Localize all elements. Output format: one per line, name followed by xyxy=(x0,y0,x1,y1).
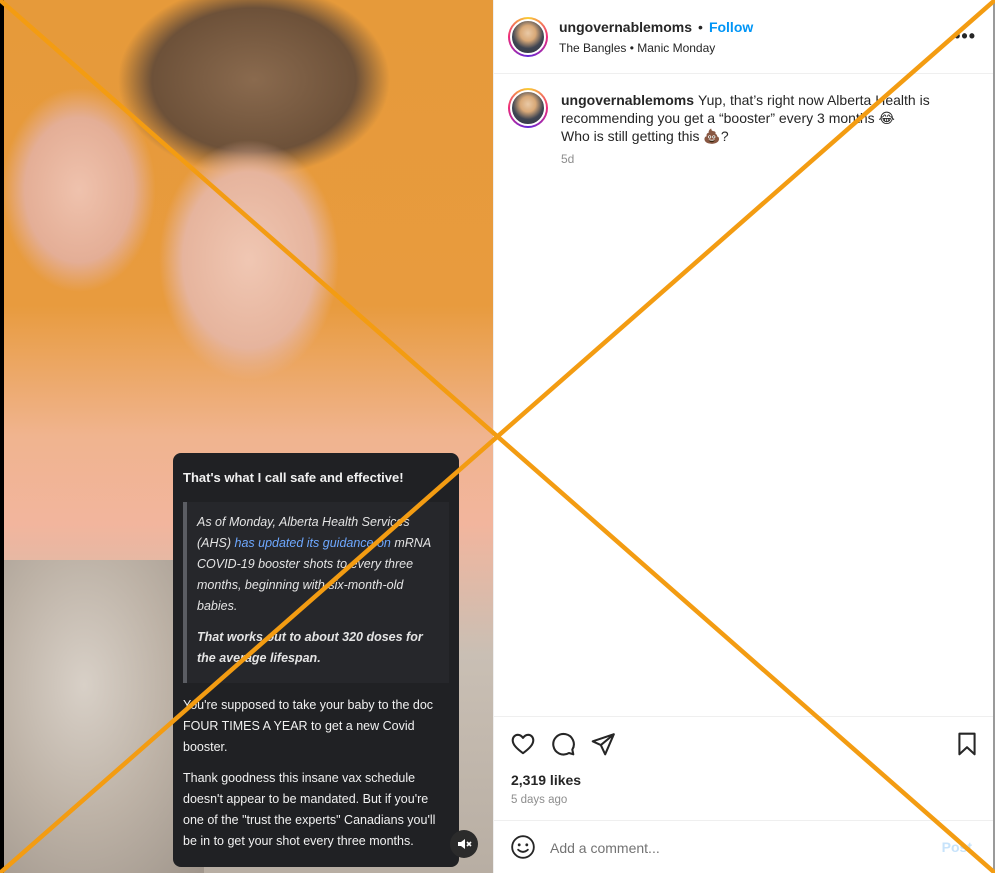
header-username[interactable]: ungovernablemoms xyxy=(559,19,692,35)
speaker-muted-icon xyxy=(458,839,472,849)
follow-button[interactable]: Follow xyxy=(709,19,753,35)
comment-input[interactable] xyxy=(550,835,920,861)
more-options-icon[interactable]: ••• xyxy=(954,26,976,47)
screenshot-text-card: That's what I call safe and effective! A… xyxy=(173,453,459,867)
post-comment-button[interactable]: Post xyxy=(942,839,972,855)
separator-dot: • xyxy=(698,19,703,35)
quote-link: has updated its guidance on xyxy=(234,536,391,550)
card-heading: That's what I call safe and effective! xyxy=(183,470,404,485)
likes-count[interactable]: 2,319 likes xyxy=(511,772,581,788)
post-header: ungovernablemoms • Follow The Bangles • … xyxy=(494,0,994,74)
card-quote: As of Monday, Alberta Health Services (A… xyxy=(183,502,449,683)
mute-button[interactable] xyxy=(450,830,478,858)
caption-timestamp[interactable]: 5d xyxy=(561,152,574,166)
post-side-panel: ungovernablemoms • Follow The Bangles • … xyxy=(493,0,994,873)
caption-username[interactable]: ungovernablemoms xyxy=(561,92,694,108)
card-paragraph: You're supposed to take your baby to the… xyxy=(183,698,434,754)
post-date[interactable]: 5 days ago xyxy=(511,794,567,806)
comment-bubble-icon[interactable] xyxy=(550,731,576,757)
smiley-icon[interactable] xyxy=(510,834,536,860)
avatar[interactable] xyxy=(508,17,548,57)
card-paragraph: Thank goodness this insane vax schedule … xyxy=(183,771,436,848)
card-body: You're supposed to take your baby to the… xyxy=(183,695,449,852)
bookmark-icon[interactable] xyxy=(954,731,980,757)
audio-attribution[interactable]: The Bangles • Manic Monday xyxy=(559,41,715,55)
action-bar: 2,319 likes 5 days ago xyxy=(494,716,994,820)
post-media[interactable]: That's what I call safe and effective! A… xyxy=(0,0,493,873)
paper-plane-icon[interactable] xyxy=(590,731,616,757)
heart-icon[interactable] xyxy=(510,731,536,757)
quote-bold: That works out to about 320 doses for th… xyxy=(197,630,423,665)
comment-bar: Post xyxy=(494,820,994,873)
caption-avatar[interactable] xyxy=(508,88,548,128)
caption-text: ungovernablemoms Yup, that’s right now Al… xyxy=(561,91,931,145)
header-user-line: ungovernablemoms • Follow xyxy=(559,19,753,35)
caption-line-2: Who is still getting this 💩? xyxy=(561,128,729,144)
